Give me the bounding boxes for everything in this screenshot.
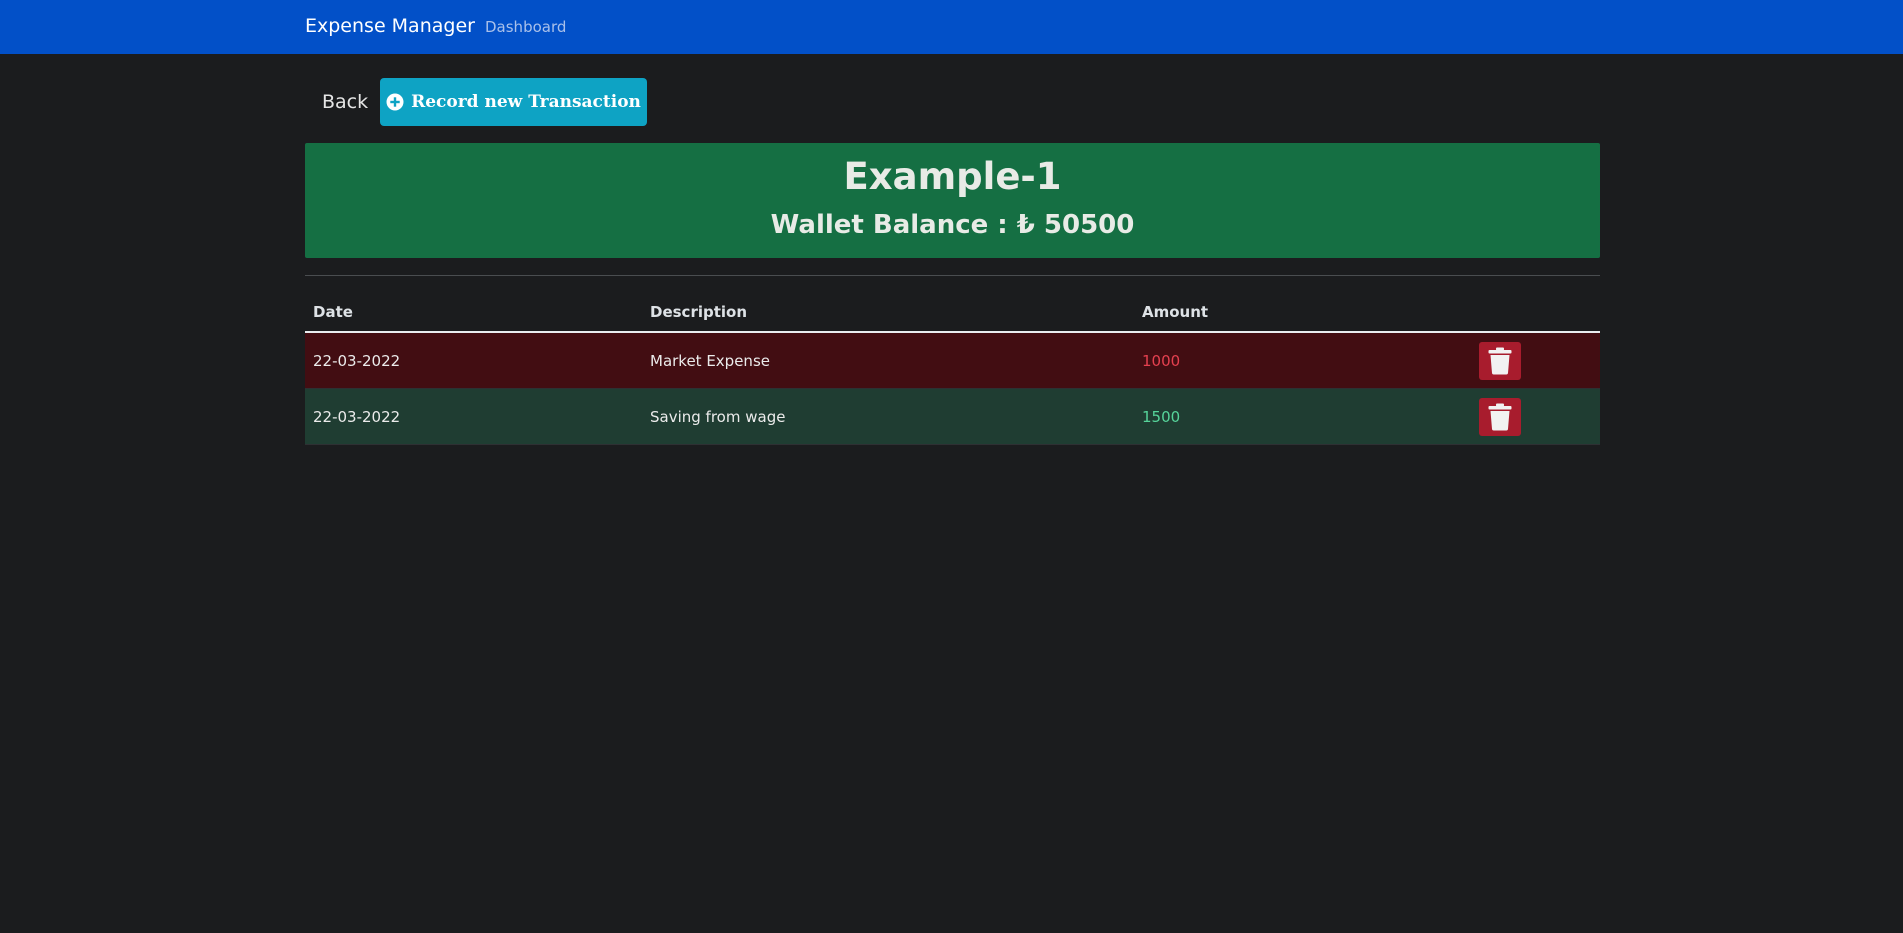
header-date: Date [313,303,353,321]
trash-icon [1488,347,1512,375]
navbar: Expense Manager Dashboard [0,0,1903,54]
table-row: 22-03-2022 Saving from wage 1500 [305,389,1600,445]
back-link[interactable]: Back [322,91,368,113]
record-transaction-button[interactable]: Record new Transaction [380,78,647,126]
delete-transaction-button[interactable] [1479,398,1521,436]
divider [305,275,1600,276]
plus-circle-icon [386,93,404,111]
table-row: 22-03-2022 Market Expense 1000 [305,333,1600,389]
trash-icon [1488,403,1512,431]
cell-amount: 1000 [1142,352,1181,370]
nav-link-dashboard[interactable]: Dashboard [485,18,566,36]
transactions-table: Date Description Amount 22-03-2022 Marke… [305,296,1600,445]
header-amount: Amount [1142,303,1209,321]
wallet-title: Example-1 [843,155,1062,198]
cell-amount: 1500 [1142,408,1181,426]
cell-description: Market Expense [650,352,770,370]
record-transaction-label: Record new Transaction [411,92,641,112]
delete-transaction-button[interactable] [1479,342,1521,380]
cell-date: 22-03-2022 [313,352,401,370]
wallet-banner: Example-1 Wallet Balance : ₺ 50500 [305,143,1600,258]
header-description: Description [650,303,748,321]
cell-date: 22-03-2022 [313,408,401,426]
cell-description: Saving from wage [650,408,786,426]
table-header: Date Description Amount [305,296,1600,333]
wallet-balance: Wallet Balance : ₺ 50500 [770,210,1135,240]
navbar-brand[interactable]: Expense Manager [305,15,475,37]
